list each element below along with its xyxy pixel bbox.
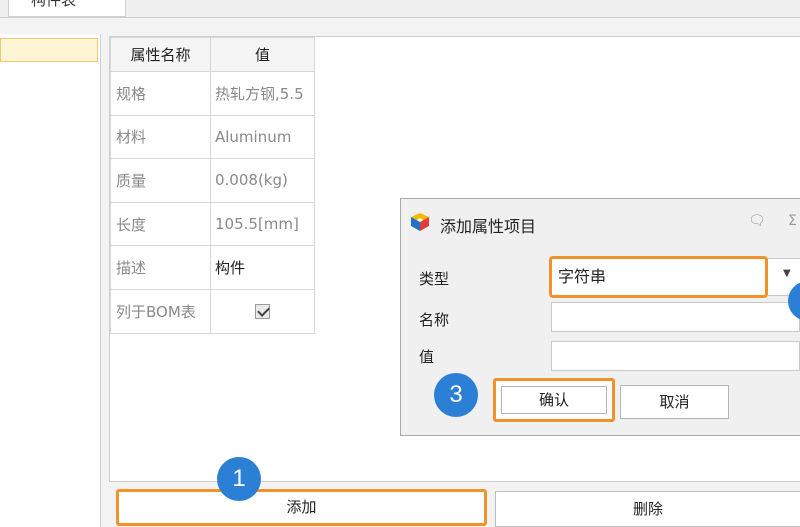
type-label: 类型 bbox=[419, 270, 450, 288]
dialog-help-icon[interactable]: 🗨 bbox=[748, 213, 766, 229]
value-input[interactable] bbox=[551, 341, 800, 371]
property-name: 质量 bbox=[110, 158, 211, 203]
tab-component-table[interactable]: 构件表 bbox=[8, 0, 126, 17]
property-value[interactable]: 105.5[mm] bbox=[210, 201, 315, 247]
property-value[interactable]: 0.008(kg) bbox=[210, 158, 315, 203]
delete-button[interactable]: 删除 bbox=[495, 491, 800, 527]
tree-selected-item[interactable] bbox=[0, 38, 98, 62]
column-header-value: 值 bbox=[210, 37, 315, 72]
property-name: 长度 bbox=[110, 201, 211, 247]
chevron-down-icon[interactable]: ▼ bbox=[783, 268, 791, 279]
name-label: 名称 bbox=[419, 311, 450, 329]
bom-checkbox[interactable] bbox=[255, 304, 270, 320]
property-name: 描述 bbox=[110, 245, 211, 290]
table-row[interactable]: 长度 105.5[mm] bbox=[110, 201, 315, 247]
tree-panel bbox=[0, 34, 101, 527]
property-table: 属性名称 值 规格 热轧方钢,5.5 材料 Aluminum 质量 0.008(… bbox=[110, 37, 315, 334]
table-header-row: 属性名称 值 bbox=[110, 37, 315, 72]
table-row[interactable]: 材料 Aluminum bbox=[110, 114, 315, 160]
property-name: 列于BOM表 bbox=[110, 288, 211, 334]
property-name: 材料 bbox=[110, 114, 211, 160]
dialog-title: 添加属性项目 bbox=[440, 217, 537, 236]
confirm-button[interactable]: 确认 bbox=[501, 386, 607, 414]
dialog-close-icon[interactable]: Σ bbox=[788, 213, 797, 229]
property-name: 规格 bbox=[110, 71, 211, 116]
property-value[interactable]: Aluminum bbox=[210, 114, 315, 160]
property-value[interactable]: 热轧方钢,5.5 bbox=[210, 71, 315, 116]
name-input[interactable] bbox=[551, 302, 800, 332]
add-button[interactable]: 添加 bbox=[116, 489, 487, 526]
table-row[interactable]: 规格 热轧方钢,5.5 bbox=[110, 71, 315, 116]
table-row[interactable]: 质量 0.008(kg) bbox=[110, 158, 315, 203]
table-row[interactable]: 描述 构件 bbox=[110, 245, 315, 290]
value-label: 值 bbox=[419, 348, 435, 366]
step-marker-3: 3 bbox=[434, 373, 478, 417]
table-row[interactable]: 列于BOM表 bbox=[110, 288, 315, 334]
step-marker-1: 1 bbox=[217, 457, 261, 501]
confirm-button-highlight[interactable]: 确认 bbox=[493, 378, 615, 422]
app-logo-icon bbox=[411, 213, 429, 231]
type-select[interactable]: 字符串 bbox=[549, 256, 768, 298]
bom-checkbox-cell[interactable] bbox=[210, 288, 315, 334]
column-header-name: 属性名称 bbox=[110, 37, 211, 72]
cancel-button[interactable]: 取消 bbox=[620, 385, 729, 419]
property-value[interactable]: 构件 bbox=[210, 245, 315, 290]
